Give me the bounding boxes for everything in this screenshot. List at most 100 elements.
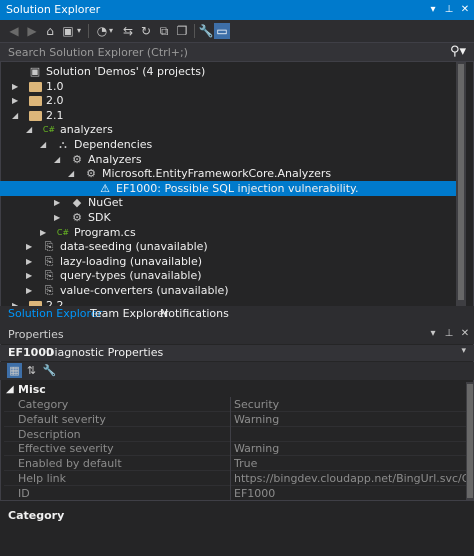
property-value[interactable]: EF1000 — [234, 486, 466, 501]
tree-item-label: Dependencies — [74, 138, 153, 151]
expand-icon[interactable]: ▶ — [40, 225, 50, 240]
tree-item[interactable]: ◢ C# analyzers — [0, 122, 456, 137]
tree-item[interactable]: ▶ ⎘ data-seeding (unavailable) — [0, 239, 456, 254]
solution-explorer-titlebar[interactable]: Solution Explorer ▾ ⊥ ✕ — [0, 0, 474, 20]
expand-icon[interactable]: ▶ — [26, 268, 36, 283]
tree-item-label: NuGet — [88, 196, 123, 210]
sync-with-active-document-icon[interactable]: ⇆ — [120, 23, 136, 39]
collapse-icon[interactable]: ◢ — [12, 108, 22, 123]
tree-item[interactable]: ⚠ EF1000: Possible SQL injection vulnerab… — [0, 180, 456, 196]
property-value[interactable]: Warning — [234, 412, 466, 427]
filter-dropdown-icon[interactable]: ▾ — [106, 23, 116, 39]
tree-item[interactable]: ▶ ⎘ value-converters (unavailable) — [0, 283, 456, 298]
dependencies-icon: ⛬ — [59, 138, 67, 151]
collapse-all-icon[interactable]: ⧉ — [156, 23, 172, 39]
refresh-icon[interactable]: ↻ — [138, 23, 154, 39]
expand-icon[interactable]: ▶ — [12, 93, 22, 108]
column-divider[interactable] — [230, 397, 231, 500]
property-value[interactable]: True — [234, 456, 466, 471]
tree-item[interactable]: ▶ 1.0 — [0, 79, 456, 94]
toolbar-separator — [194, 24, 195, 38]
category-header[interactable]: ◢ Misc — [4, 382, 466, 397]
property-name: Default severity — [18, 412, 106, 426]
property-row[interactable]: Enabled by default True — [4, 456, 466, 472]
solution-explorer-search[interactable]: Search Solution Explorer (Ctrl+;) ⚲▾ — [0, 42, 474, 62]
forward-icon[interactable]: ▶ — [24, 23, 40, 39]
preview-selected-items-icon[interactable]: ▭ — [214, 23, 230, 39]
window-position-icon[interactable]: ▾ — [426, 2, 440, 17]
properties-titlebar[interactable]: Properties ▾ ⊥ ✕ — [0, 324, 474, 344]
tree-item[interactable]: ◢ 2.1 — [0, 108, 456, 123]
property-value[interactable]: Warning — [234, 441, 466, 456]
unavailable-project-icon: ⎘ — [44, 284, 54, 297]
property-row[interactable]: Help link https://bingdev.cloudapp.net/Bi… — [4, 471, 466, 486]
expand-icon[interactable]: ▶ — [54, 210, 64, 225]
property-pages-icon[interactable]: 🔧 — [42, 363, 57, 378]
tree-item[interactable]: ◢ ⛬ Dependencies — [0, 137, 456, 152]
expand-icon[interactable]: ▶ — [26, 239, 36, 254]
tree-item[interactable]: ◢ ⚙ Microsoft.EntityFrameworkCore.Analyzer… — [0, 166, 456, 181]
object-type: Diagnostic Properties — [46, 346, 164, 359]
tree-item[interactable]: ▣ Solution 'Demos' (4 projects) — [0, 64, 456, 79]
pin-icon[interactable]: ⊥ — [442, 2, 456, 17]
close-icon[interactable]: ✕ — [458, 2, 472, 17]
collapse-icon[interactable]: ◢ — [6, 382, 14, 397]
tree-vertical-scrollbar[interactable] — [456, 62, 466, 306]
toolbar-separator — [88, 24, 89, 38]
solution-explorer-toolbar: ◀ ▶ ⌂ ▣ ▾ ◔ ▾ ⇆ ↻ ⧉ ❐ 🔧 ▭ — [0, 20, 474, 42]
solution-tree[interactable]: ▣ Solution 'Demos' (4 projects) ▶ 1.0 ▶ 2.0 ◢ 2… — [0, 62, 456, 306]
home-icon[interactable]: ⌂ — [42, 23, 58, 39]
tree-item[interactable]: ▶ 2.2 — [0, 298, 456, 306]
tab-notifications[interactable]: Notifications — [156, 306, 233, 321]
tree-item[interactable]: ▶ ◆ NuGet — [0, 195, 456, 210]
expand-icon[interactable]: ▶ — [54, 195, 64, 210]
show-all-files-icon[interactable]: ❐ — [174, 23, 190, 39]
expand-icon[interactable]: ▶ — [26, 283, 36, 298]
window-position-icon[interactable]: ▾ — [426, 326, 440, 341]
pin-icon[interactable]: ⊥ — [442, 326, 456, 341]
unavailable-project-icon: ⎘ — [44, 254, 54, 268]
search-icon[interactable]: ⚲▾ — [450, 44, 466, 59]
property-grid-scrollbar[interactable] — [466, 382, 474, 500]
collapse-icon[interactable]: ◢ — [68, 166, 78, 181]
property-row[interactable]: Effective severity Warning — [4, 441, 466, 457]
switch-views-dropdown-icon[interactable]: ▾ — [74, 23, 84, 39]
expand-icon[interactable]: ▶ — [12, 298, 22, 306]
property-row[interactable]: Default severity Warning — [4, 412, 466, 427]
tree-item[interactable]: ▶ ⎘ lazy-loading (unavailable) — [0, 254, 456, 269]
tree-item[interactable]: ◢ ⚙ Analyzers — [0, 152, 456, 167]
csharp-file-icon: C# — [56, 227, 70, 237]
collapse-icon[interactable]: ◢ — [40, 137, 50, 152]
property-row[interactable]: ID EF1000 — [4, 486, 466, 501]
tree-item[interactable]: ▶ C# Program.cs — [0, 225, 456, 240]
expand-icon[interactable]: ▶ — [26, 254, 36, 269]
scrollbar-thumb[interactable] — [467, 384, 473, 498]
expand-icon[interactable]: ▶ — [12, 79, 22, 94]
object-selector[interactable]: EF1000 Diagnostic Properties ▾ — [0, 345, 474, 361]
tree-item-label: EF1000: Possible SQL injection vulnerabi… — [116, 181, 359, 195]
folder-icon — [28, 93, 42, 108]
property-row[interactable]: Category Security — [4, 397, 466, 412]
close-icon[interactable]: ✕ — [458, 326, 472, 341]
property-value[interactable]: Security — [234, 397, 466, 412]
back-icon[interactable]: ◀ — [6, 23, 22, 39]
search-input[interactable]: Search Solution Explorer (Ctrl+;) — [8, 46, 188, 59]
alphabetical-icon[interactable]: ⇅ — [24, 363, 39, 378]
collapse-icon[interactable]: ◢ — [26, 122, 36, 137]
properties-wrench-icon[interactable]: 🔧 — [198, 23, 214, 39]
tree-item[interactable]: ▶ ⚙ SDK — [0, 210, 456, 225]
chevron-down-icon[interactable]: ▾ — [461, 346, 466, 356]
property-name: Description — [18, 427, 81, 441]
tree-item[interactable]: ▶ ⎘ query-types (unavailable) — [0, 268, 456, 283]
tree-item-label: analyzers — [60, 123, 113, 137]
category-label: Misc — [18, 383, 46, 396]
folder-icon — [28, 79, 42, 94]
tree-item-label: Solution 'Demos' (4 projects) — [46, 65, 206, 78]
property-name: Enabled by default — [18, 457, 122, 471]
tree-item[interactable]: ▶ 2.0 — [0, 93, 456, 108]
property-value[interactable]: https://bingdev.cloudapp.net/BingUrl.svc… — [234, 471, 466, 486]
property-row[interactable]: Description — [4, 427, 466, 442]
scrollbar-thumb[interactable] — [458, 64, 464, 300]
categorized-icon[interactable]: ▦ — [7, 363, 22, 378]
collapse-icon[interactable]: ◢ — [54, 152, 64, 167]
